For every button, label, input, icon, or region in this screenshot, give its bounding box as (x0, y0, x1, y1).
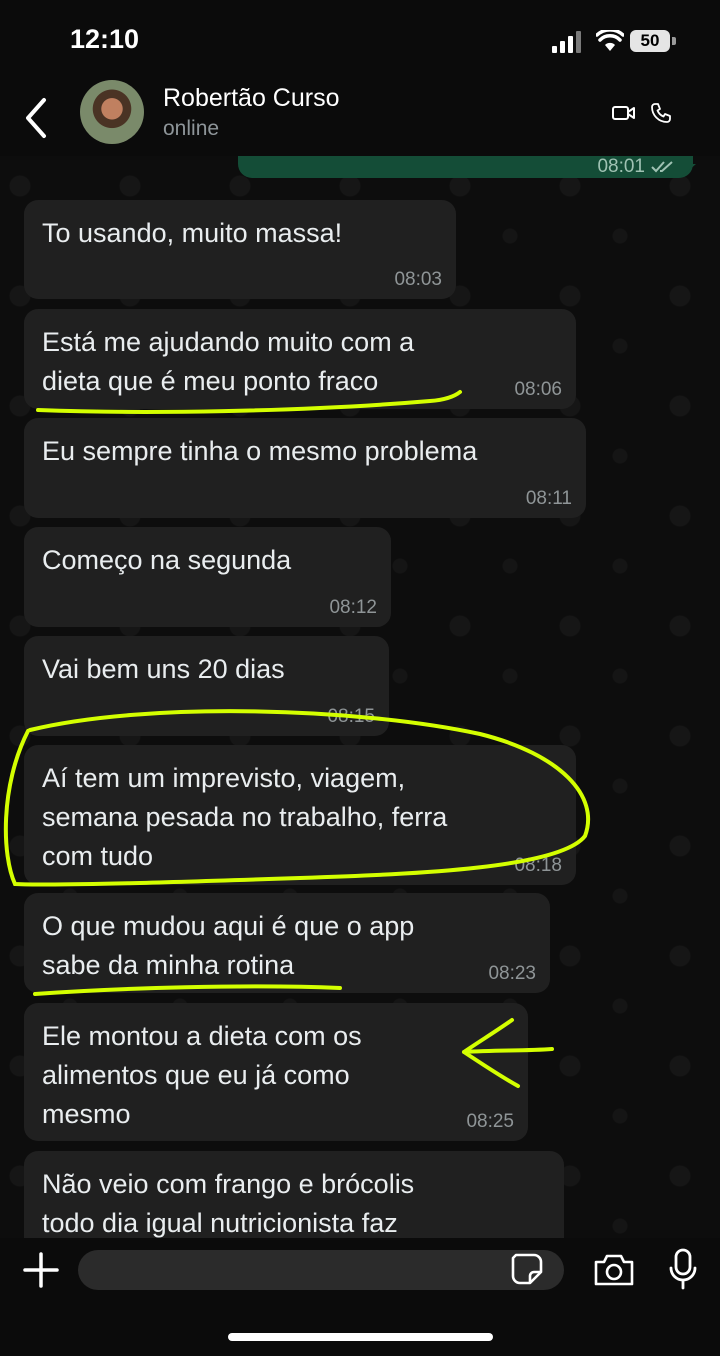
message-text: Está me ajudando muito com a dieta que é… (42, 327, 415, 396)
sticker-icon[interactable] (510, 1252, 544, 1286)
camera-icon[interactable] (592, 1252, 636, 1288)
status-time: 12:10 (70, 24, 140, 54)
status-bar: 12:10 50 (0, 0, 720, 80)
message-time: 08:18 (514, 855, 562, 876)
message-text: Eu sempre tinha o mesmo problema (42, 436, 478, 466)
received-message-bubble[interactable]: To usando, muito massa! 08:03 (24, 200, 456, 299)
message-time: 08:12 (329, 597, 377, 618)
message-text: To usando, muito massa! (42, 218, 343, 248)
message-time: 08:11 (525, 488, 572, 509)
phone-call-icon[interactable] (650, 102, 672, 124)
message-input[interactable] (78, 1250, 564, 1290)
message-time: 08:01 (597, 156, 645, 177)
message-time: 08:03 (394, 269, 442, 290)
message-time: 08:15 (327, 706, 375, 727)
battery-icon: 50 (630, 30, 670, 52)
microphone-icon[interactable] (668, 1248, 698, 1290)
video-call-icon[interactable] (612, 104, 636, 122)
message-text: Aí tem um imprevisto, viagem, semana pes… (42, 763, 448, 871)
back-chevron-icon[interactable] (18, 94, 58, 142)
received-message-bubble[interactable]: Está me ajudando muito com a dieta que é… (24, 309, 576, 409)
received-message-bubble[interactable]: Começo na segunda 08:12 (24, 527, 391, 627)
message-time: 08:23 (488, 963, 536, 984)
battery-nub (672, 37, 676, 45)
wifi-icon (596, 30, 624, 51)
contact-avatar[interactable] (80, 80, 144, 144)
cellular-signal-icon (552, 31, 581, 53)
sent-message-bubble[interactable]: 08:01 (238, 156, 693, 178)
plus-icon[interactable] (22, 1251, 60, 1289)
contact-presence: online (163, 117, 220, 140)
message-input-bar (0, 1238, 720, 1356)
received-message-bubble[interactable]: O que mudou aqui é que o app sabe da min… (24, 893, 550, 993)
message-text: Começo na segunda (42, 545, 292, 575)
contact-name[interactable]: Robertão Curso (163, 84, 339, 113)
sent-bubble-tail (680, 164, 696, 178)
received-message-bubble[interactable]: Vai bem uns 20 dias 08:15 (24, 636, 389, 736)
received-message-bubble[interactable]: Aí tem um imprevisto, viagem, semana pes… (24, 745, 576, 885)
home-indicator (228, 1333, 493, 1341)
received-message-bubble[interactable]: Eu sempre tinha o mesmo problema 08:11 (24, 418, 586, 518)
message-time: 08:06 (514, 379, 562, 400)
message-text: Não veio com frango e brócolis todo dia … (42, 1169, 415, 1238)
received-message-bubble[interactable]: Ele montou a dieta com os alimentos que … (24, 1003, 528, 1141)
message-time: 08:25 (466, 1111, 514, 1132)
message-text: Ele montou a dieta com os alimentos que … (42, 1021, 362, 1129)
chat-area[interactable]: 08:01 To usando, muito massa! 08:03 Está… (0, 156, 720, 1238)
double-check-icon (651, 161, 673, 173)
chat-header: Robertão Curso online (0, 80, 720, 156)
received-message-bubble[interactable]: Não veio com frango e brócolis todo dia … (24, 1151, 564, 1238)
message-text: O que mudou aqui é que o app sabe da min… (42, 911, 415, 980)
message-text: Vai bem uns 20 dias (42, 654, 285, 684)
